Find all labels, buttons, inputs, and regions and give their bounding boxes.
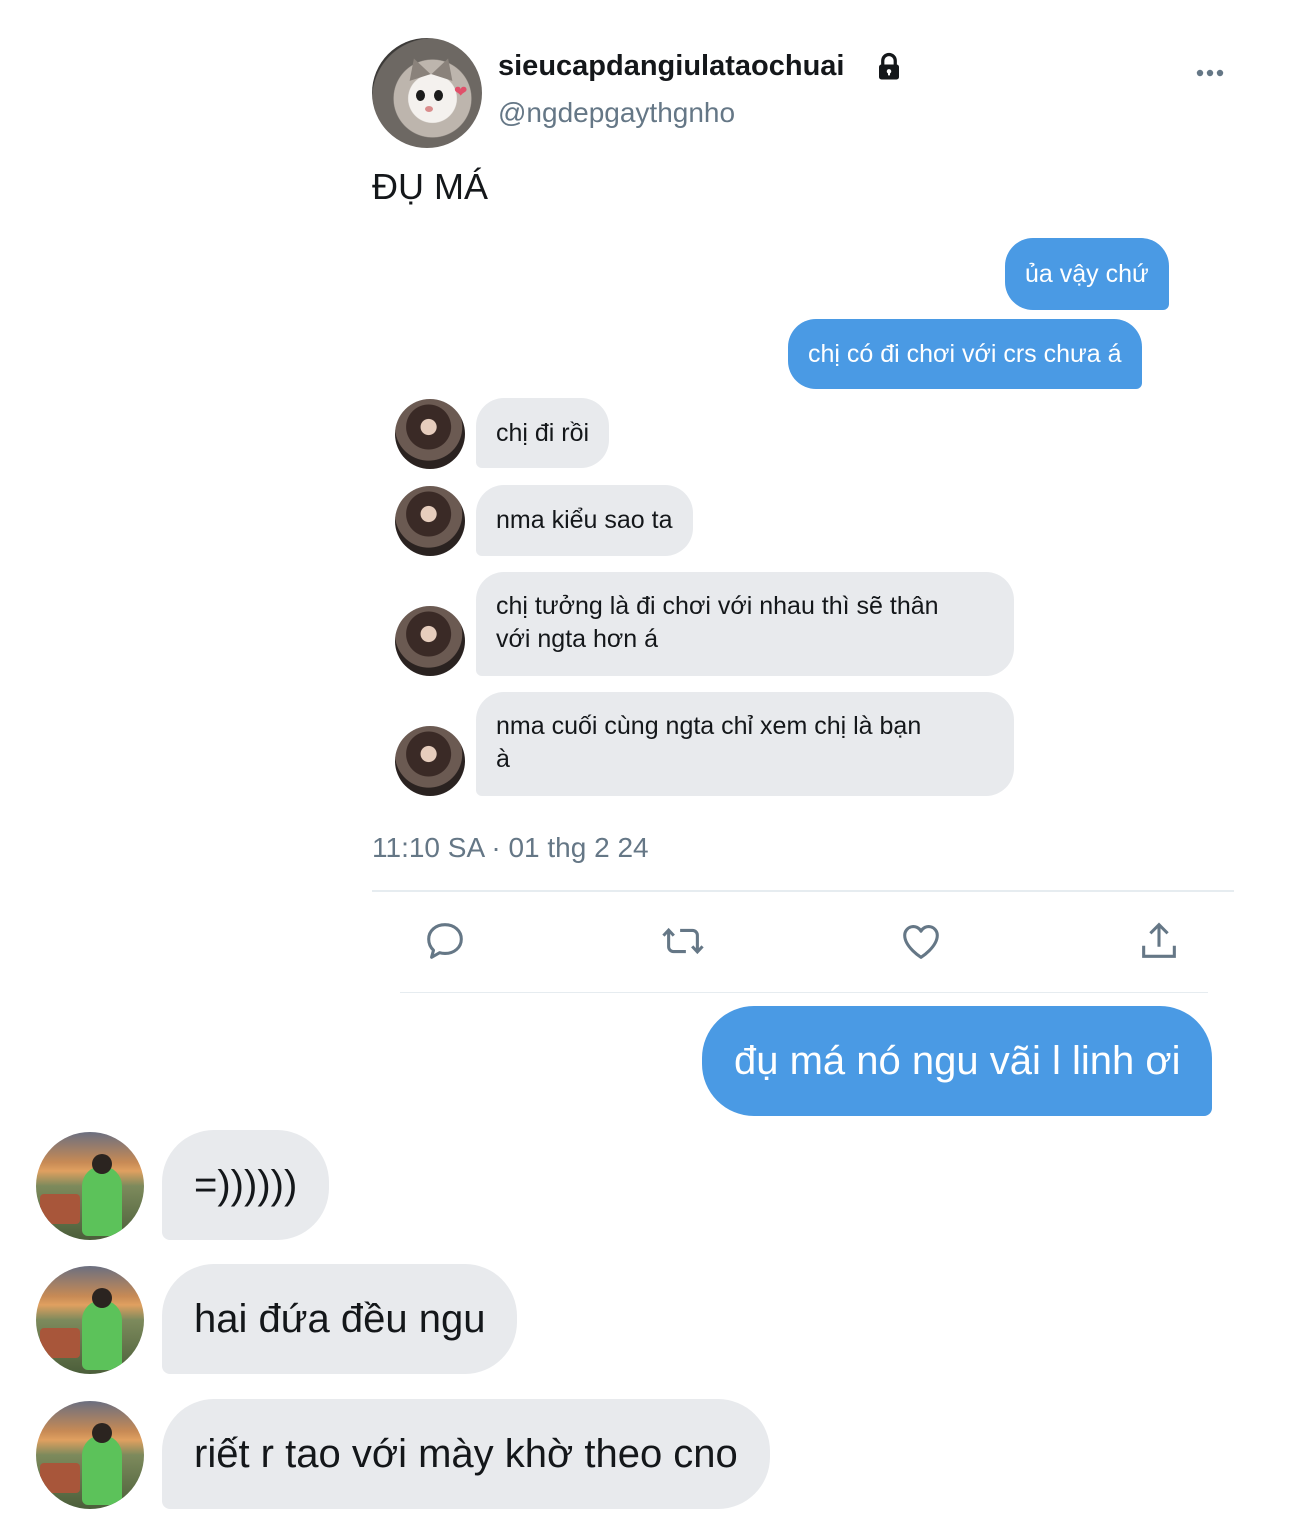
divider: [372, 890, 1234, 892]
message-sent[interactable]: đụ má nó ngu vãi l linh ơi: [702, 1006, 1213, 1116]
embedded-sender-avatar: [395, 726, 465, 796]
embedded-sender-avatar: [395, 399, 465, 469]
message-line: với ngta hơn á: [496, 625, 659, 653]
embedded-message-received: nma cuối cùng ngta chỉ xem chị là bạn à: [476, 692, 1014, 796]
embedded-message-received: chị tưởng là đi chơi với nhau thì sẽ thâ…: [476, 572, 1014, 676]
reply-icon[interactable]: [422, 918, 468, 964]
more-icon[interactable]: [1194, 64, 1226, 82]
heart-icon[interactable]: [898, 918, 944, 964]
embedded-sender-avatar: [395, 606, 465, 676]
embedded-message-received: chị đi rồi: [476, 398, 610, 468]
embedded-sender-avatar: [395, 486, 465, 556]
tweet-timestamp[interactable]: 11:10 SA · 01 thg 2 24: [372, 832, 649, 864]
lock-icon: [879, 52, 899, 80]
message-received[interactable]: =)))))): [162, 1130, 330, 1240]
sender-avatar[interactable]: [36, 1132, 144, 1240]
message-received[interactable]: riết r tao với mày khờ theo cno: [162, 1399, 770, 1509]
tweet-handle[interactable]: @ngdepgaythgnho: [498, 97, 735, 129]
divider: [400, 992, 1208, 993]
embedded-message-sent: ủa vậy chứ: [1005, 238, 1169, 310]
share-icon[interactable]: [1136, 918, 1182, 964]
sender-avatar[interactable]: [36, 1401, 144, 1509]
embedded-message-sent: chị có đi chơi với crs chưa á: [788, 319, 1142, 389]
tweet-display-name[interactable]: sieucapdangiulataochuai: [498, 50, 844, 83]
retweet-icon[interactable]: [660, 918, 706, 964]
embedded-message-received: nma kiểu sao ta: [476, 485, 693, 556]
tweet-author-avatar[interactable]: ❤: [372, 38, 482, 148]
message-received[interactable]: hai đứa đều ngu: [162, 1264, 518, 1374]
tweet-text: ĐỤ MÁ: [372, 166, 488, 207]
sender-avatar[interactable]: [36, 1266, 144, 1374]
message-line: à: [496, 745, 510, 773]
message-line: chị tưởng là đi chơi với nhau thì sẽ thâ…: [496, 592, 939, 620]
message-line: nma cuối cùng ngta chỉ xem chị là bạn: [496, 712, 922, 740]
